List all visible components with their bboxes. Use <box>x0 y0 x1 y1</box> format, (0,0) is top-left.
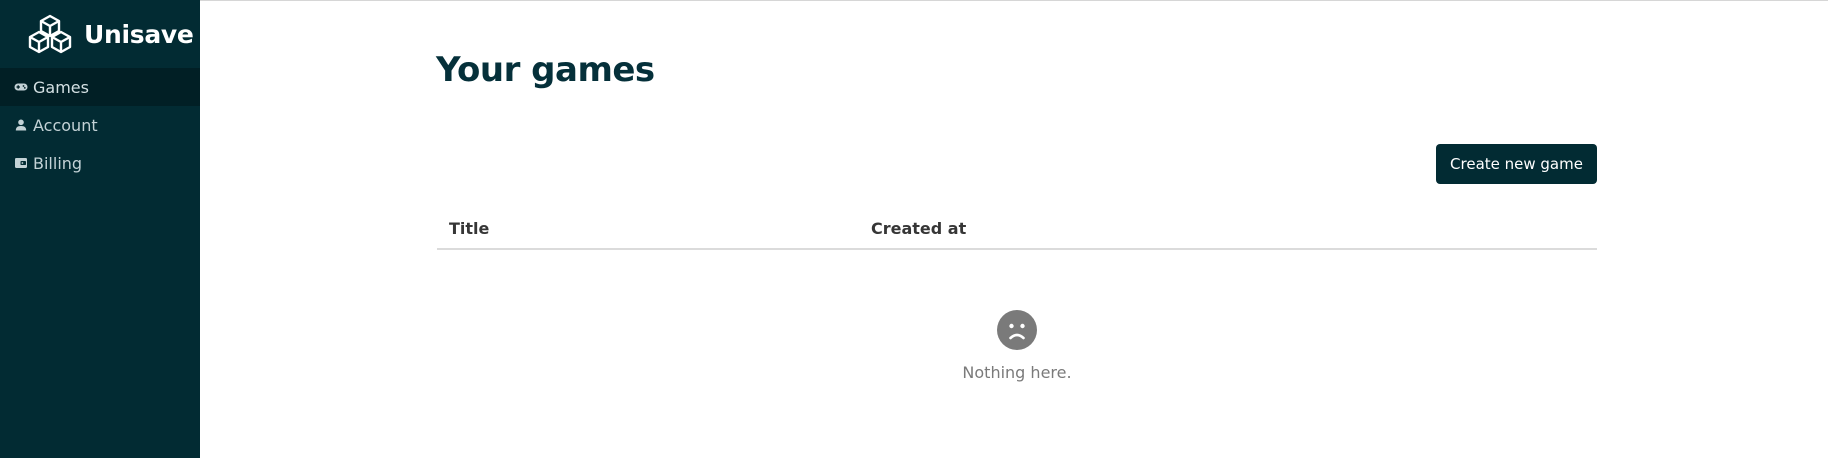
app-name: Unisave <box>84 19 194 49</box>
sidebar-item-account[interactable]: Account <box>0 106 200 144</box>
empty-state: Nothing here. <box>437 310 1597 382</box>
brand[interactable]: Unisave <box>0 0 200 68</box>
create-new-game-button[interactable]: Create new game <box>1436 144 1597 184</box>
sidebar-item-label: Account <box>33 115 98 135</box>
sidebar-item-label: Games <box>33 77 89 97</box>
page-title: Your games <box>436 50 655 90</box>
sidebar-item-label: Billing <box>33 153 83 173</box>
sidebar-item-games[interactable]: Games <box>0 68 200 106</box>
sidebar-nav: Games Account Billing <box>0 68 200 182</box>
column-header-title[interactable]: Title <box>449 219 489 238</box>
column-header-created-at[interactable]: Created at <box>871 219 966 238</box>
gamepad-icon <box>14 83 28 91</box>
person-icon <box>15 119 27 131</box>
sad-face-icon <box>997 310 1037 350</box>
wallet-icon <box>15 158 27 168</box>
sidebar: Unisave Games Account Billing <box>0 0 200 458</box>
table-header: Title Created at <box>437 212 1597 250</box>
sidebar-item-billing[interactable]: Billing <box>0 144 200 182</box>
games-table: Title Created at <box>437 212 1597 250</box>
main-content: Your games Create new game Title Created… <box>200 0 1828 458</box>
cubes-logo-icon <box>28 14 72 54</box>
empty-state-text: Nothing here. <box>962 363 1072 382</box>
